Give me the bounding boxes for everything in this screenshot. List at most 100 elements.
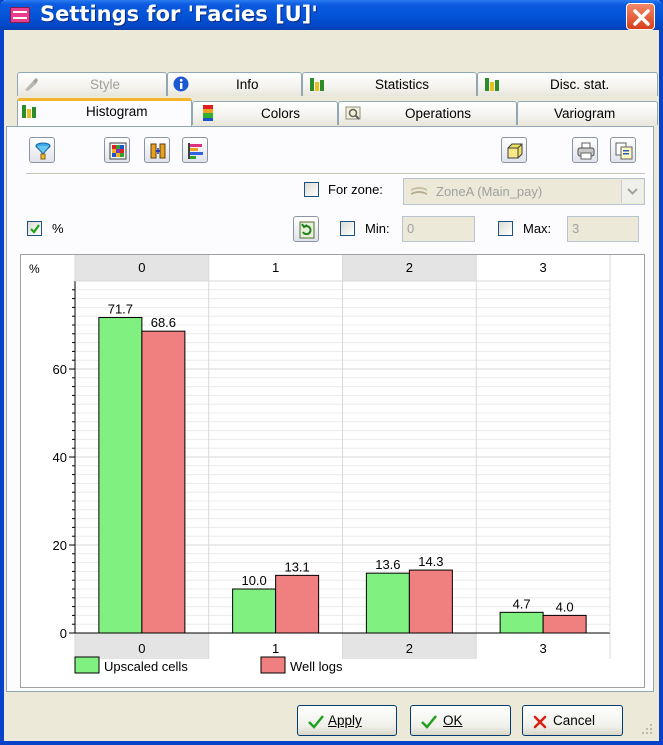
y-tick-label: 20 [53, 538, 67, 553]
min-input-value: 0 [407, 221, 415, 236]
horizontal-bars-icon [188, 143, 203, 159]
cancel-icon [533, 715, 547, 729]
histogram-chart: 0 20 40 60% 0 0 1 1 2 2 3 3 71.7 10.0 13.6 4.7 68.6 13.1 1… [20, 254, 645, 688]
ok-button-label: OK [443, 713, 463, 728]
for-zone-label: For zone: [328, 182, 383, 197]
copy-button[interactable] [610, 137, 636, 163]
tab-statistics-label: Statistics [375, 77, 430, 92]
tab-info-label: Info [236, 77, 259, 92]
tab-operations-label: Operations [405, 106, 472, 121]
print-button[interactable] [572, 137, 598, 163]
magnifier-icon [345, 106, 361, 120]
checkmark-icon [30, 224, 40, 234]
legend-label: Well logs [290, 659, 343, 674]
ok-button[interactable]: OK [410, 705, 511, 736]
bar [499, 611, 544, 634]
filter-icon [35, 142, 51, 160]
close-button[interactable] [626, 3, 655, 30]
info-icon [173, 76, 189, 92]
max-input[interactable]: 3 [567, 216, 639, 242]
y-tick-label: 0 [60, 626, 67, 641]
print-icon [577, 142, 595, 160]
resize-grip-icon[interactable] [640, 722, 654, 736]
category-label-top: 2 [406, 260, 413, 275]
bar-value-label: 13.6 [375, 557, 400, 572]
tab-style: Style [17, 72, 167, 96]
histogram-chart-svg: 0 20 40 60% 0 0 1 1 2 2 3 3 71.7 10.0 13.6 4.7 68.6 13.1 1… [29, 255, 611, 674]
check-icon [308, 715, 324, 729]
tab-variogram[interactable]: Variogram [517, 101, 658, 125]
chevron-down-icon [627, 188, 638, 195]
bar [365, 572, 410, 634]
app-icon [10, 7, 30, 23]
tab-style-label: Style [90, 77, 121, 92]
bar [275, 574, 320, 634]
legend-swatch [260, 656, 286, 674]
for-zone-checkbox[interactable] [304, 182, 319, 197]
category-label-bottom: 3 [540, 641, 547, 656]
window-title: Settings for 'Facies [U]' [40, 2, 318, 26]
legend-swatch [74, 656, 100, 674]
compare-bars-icon [150, 143, 166, 159]
max-input-value: 3 [572, 221, 580, 236]
histogram-icon [22, 105, 36, 118]
max-label: Max: [523, 221, 552, 236]
category-label-top: 0 [138, 260, 145, 275]
bar-chart-icon [485, 78, 499, 91]
y-tick-label: 40 [53, 450, 67, 465]
tab-statistics[interactable]: Statistics [302, 72, 477, 96]
zone-select[interactable]: ZoneA (Main_pay) [403, 178, 645, 205]
bar-value-label: 14.3 [418, 554, 443, 569]
zone-dropdown-arrow[interactable] [621, 180, 643, 203]
legend-label: Upscaled cells [104, 659, 188, 674]
tab-disc-stat[interactable]: Disc. stat. [477, 72, 658, 96]
tab-variogram-label: Variogram [554, 106, 616, 121]
tab-operations[interactable]: Operations [338, 101, 517, 125]
min-checkbox[interactable] [340, 221, 355, 236]
category-label-top: 3 [540, 260, 547, 275]
max-checkbox[interactable] [498, 221, 513, 236]
grid-table-icon [109, 142, 127, 160]
tab-colors-label: Colors [261, 106, 301, 121]
bar-value-label: 13.1 [284, 559, 309, 574]
category-label-bottom: 0 [138, 641, 145, 656]
refresh-icon [299, 221, 315, 239]
tab-histogram-label: Histogram [86, 104, 148, 119]
cancel-button[interactable]: Cancel [522, 705, 623, 736]
grid-table-button[interactable] [104, 137, 130, 163]
bar-value-label: 71.7 [108, 302, 133, 317]
bar-chart-icon [310, 78, 324, 91]
zone-icon [411, 187, 427, 195]
y-tick-label: 60 [53, 362, 67, 377]
bar [542, 614, 587, 634]
filter-button[interactable] [29, 137, 55, 163]
cube-icon [507, 143, 523, 159]
compare-bars-button[interactable] [144, 137, 170, 163]
category-label-bottom: 2 [406, 641, 413, 656]
bar-value-label: 10.0 [241, 573, 266, 588]
zone-select-value: ZoneA (Main_pay) [436, 184, 543, 199]
tab-disc-stat-label: Disc. stat. [550, 77, 610, 92]
category-label-bottom: 1 [272, 641, 279, 656]
min-input[interactable]: 0 [402, 216, 475, 242]
tab-colors[interactable]: Colors [192, 101, 338, 125]
color-table-icon [203, 105, 213, 121]
bar [141, 330, 186, 634]
percent-checkbox[interactable] [27, 221, 42, 236]
3d-view-button[interactable] [501, 137, 527, 163]
tab-histogram[interactable]: Histogram [17, 98, 192, 126]
bar [98, 317, 143, 634]
brush-icon [25, 78, 38, 91]
tab-info[interactable]: Info [167, 72, 302, 96]
bar-value-label: 68.6 [151, 315, 176, 330]
min-label: Min: [365, 221, 390, 236]
category-label-top: 1 [272, 260, 279, 275]
refresh-button[interactable] [293, 216, 319, 242]
toolbar-separator [26, 173, 645, 174]
bar [408, 569, 453, 634]
horizontal-bars-button[interactable] [182, 137, 208, 163]
bar-value-label: 4.7 [513, 596, 531, 611]
title-bar[interactable]: Settings for 'Facies [U]' [0, 0, 663, 30]
cancel-button-label: Cancel [553, 713, 596, 728]
apply-button[interactable]: Apply [297, 705, 397, 736]
